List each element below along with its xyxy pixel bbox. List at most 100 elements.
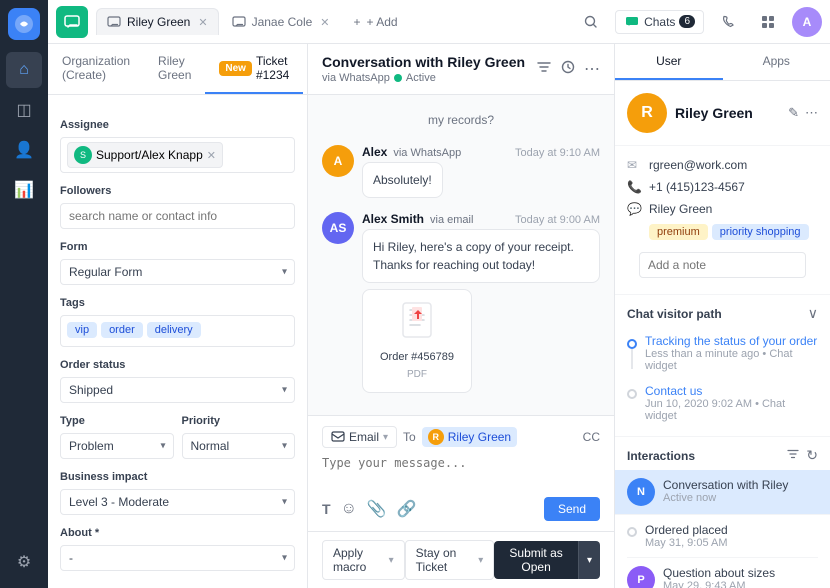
- tab-close-btn[interactable]: ✕: [198, 16, 207, 29]
- visitor-path-title: Chat visitor path: [627, 307, 722, 321]
- tab-ticket[interactable]: New Ticket #1234: [205, 44, 303, 94]
- tab-organization[interactable]: Organization (Create): [48, 44, 144, 94]
- reply-area: Email ▾ To R Riley Green CC T ☺: [308, 415, 614, 531]
- attachment-card[interactable]: Order #456789 PDF: [362, 289, 472, 393]
- apply-macro-button[interactable]: Apply macro ▾: [322, 540, 405, 580]
- tab-add[interactable]: + + Add: [343, 8, 409, 35]
- tab-user[interactable]: User: [615, 44, 723, 80]
- section-collapse: ∨: [808, 305, 818, 322]
- interactions-section-header: Interactions ↻: [615, 436, 830, 470]
- app-logo[interactable]: [8, 8, 40, 40]
- assignee-avatar: S: [74, 146, 92, 164]
- priority-select[interactable]: Normal: [182, 433, 296, 459]
- submit-button[interactable]: Submit as Open: [494, 541, 578, 579]
- tab-apps[interactable]: Apps: [723, 44, 830, 80]
- reply-to-tag[interactable]: R Riley Green: [422, 427, 517, 447]
- path-link-2[interactable]: Contact us: [645, 384, 818, 398]
- clock-icon[interactable]: [560, 59, 576, 80]
- visitor-path: Tracking the status of your order Less t…: [615, 328, 830, 436]
- attachment-type: PDF: [407, 369, 427, 380]
- text-format-icon[interactable]: T: [322, 501, 331, 517]
- attachment-name: Order #456789: [380, 351, 454, 363]
- note-input[interactable]: [639, 252, 806, 278]
- order-status-label: Order status: [60, 359, 295, 371]
- followers-input[interactable]: [60, 203, 295, 229]
- contact-actions: ✎ ⋯: [788, 105, 818, 121]
- tab-riley[interactable]: Riley Green: [144, 44, 205, 94]
- interaction-title: Ordered placed: [645, 523, 818, 537]
- stay-on-ticket-button[interactable]: Stay on Ticket ▾: [405, 540, 495, 580]
- phone-button[interactable]: [712, 6, 744, 38]
- reply-type-button[interactable]: Email ▾: [322, 426, 397, 448]
- new-badge: New: [219, 61, 252, 76]
- sidebar-item-settings[interactable]: ⚙: [6, 544, 42, 580]
- type-field: Type Problem: [60, 403, 174, 459]
- grid-button[interactable]: [752, 6, 784, 38]
- left-panel-tabs: Organization (Create) Riley Green New Ti…: [48, 44, 307, 95]
- tab-janae-cole[interactable]: Janae Cole ✕: [221, 8, 341, 35]
- path-dot-active: [627, 339, 637, 349]
- search-button[interactable]: [575, 6, 607, 38]
- conversation-title: Conversation with Riley Green: [322, 54, 525, 70]
- tab-close-btn[interactable]: ✕: [320, 16, 329, 29]
- message-row: A Alex via WhatsApp Today at 9:10 AM Abs…: [322, 145, 600, 198]
- macro-chevron-icon: ▾: [389, 555, 394, 566]
- interactions-title: Interactions: [627, 449, 695, 463]
- attachment-icon[interactable]: 📎: [367, 499, 387, 519]
- refresh-icon[interactable]: ↻: [806, 447, 818, 464]
- interaction-item[interactable]: Ordered placed May 31, 9:05 AM: [627, 515, 818, 558]
- business-impact-select[interactable]: Level 3 - Moderate: [60, 489, 295, 515]
- recipient-avatar: R: [428, 429, 444, 445]
- filter-icon[interactable]: [536, 59, 552, 80]
- reply-input[interactable]: [322, 456, 600, 488]
- path-link-1[interactable]: Tracking the status of your order: [645, 334, 818, 348]
- collapse-icon[interactable]: ∨: [808, 305, 818, 322]
- message-sender: Alex Smith: [362, 212, 424, 226]
- link-icon[interactable]: 🔗: [397, 499, 417, 519]
- filter-interactions-icon[interactable]: [786, 447, 800, 464]
- contact-name: Riley Green: [675, 105, 753, 121]
- chats-button[interactable]: Chats 6: [615, 10, 704, 34]
- more-icon[interactable]: ⋯: [584, 59, 600, 80]
- type-select[interactable]: Problem: [60, 433, 174, 459]
- interaction-item-highlighted[interactable]: N Conversation with Riley Active now: [615, 470, 830, 515]
- main-content: Riley Green ✕ Janae Cole ✕ + + Add Chats…: [48, 0, 830, 588]
- assignee-field[interactable]: S Support/Alex Knapp ✕: [60, 137, 295, 173]
- form-label: Form: [60, 241, 295, 253]
- interaction-item[interactable]: P Question about sizes May 29, 9:43 AM: [627, 558, 818, 588]
- message-time: Today at 9:10 AM: [515, 147, 600, 159]
- sidebar-item-contacts[interactable]: 👤: [6, 132, 42, 168]
- whatsapp-icon: 💬: [627, 202, 643, 216]
- sidebar-item-inbox[interactable]: ◫: [6, 92, 42, 128]
- type-priority-row: Type Problem Priority Normal: [60, 403, 295, 459]
- order-status-select[interactable]: Shipped: [60, 377, 295, 403]
- bottom-bar: Apply macro ▾ Stay on Ticket ▾ Submit as…: [308, 531, 614, 588]
- tag-vip[interactable]: vip: [67, 322, 97, 338]
- path-dot: [627, 389, 637, 399]
- submit-dropdown-button[interactable]: ▾: [578, 541, 600, 579]
- message-bubble: Hi Riley, here's a copy of your receipt.…: [362, 229, 600, 283]
- left-panel-body: Assignee S Support/Alex Knapp ✕ Follower…: [48, 95, 307, 583]
- about-select[interactable]: -: [60, 545, 295, 571]
- visitor-path-section-header: Chat visitor path ∨: [615, 294, 830, 328]
- interaction-title: Conversation with Riley: [663, 478, 818, 492]
- send-button[interactable]: Send: [544, 497, 600, 521]
- reply-cc-button[interactable]: CC: [583, 430, 600, 444]
- edit-icon[interactable]: ✎: [788, 105, 799, 121]
- contact-info: ✉ rgreen@work.com 📞 +1 (415)123-4567 💬 R…: [615, 146, 830, 294]
- emoji-icon[interactable]: ☺: [341, 500, 357, 518]
- assignee-remove-btn[interactable]: ✕: [207, 149, 216, 162]
- contact-more-icon[interactable]: ⋯: [805, 105, 818, 121]
- tag-delivery[interactable]: delivery: [147, 322, 201, 338]
- chats-count-badge: 6: [679, 15, 695, 28]
- tags-field[interactable]: vip order delivery: [60, 315, 295, 347]
- sidebar-item-reports[interactable]: 📊: [6, 172, 42, 208]
- message-via: via email: [430, 214, 473, 226]
- message-via: via WhatsApp: [393, 147, 461, 159]
- sidebar-item-home[interactable]: ⌂: [6, 52, 42, 88]
- tab-riley-green[interactable]: Riley Green ✕: [96, 8, 219, 35]
- user-avatar-top[interactable]: A: [792, 7, 822, 37]
- tag-order[interactable]: order: [101, 322, 143, 338]
- interaction-title: Question about sizes: [663, 566, 818, 580]
- form-select[interactable]: Regular Form: [60, 259, 295, 285]
